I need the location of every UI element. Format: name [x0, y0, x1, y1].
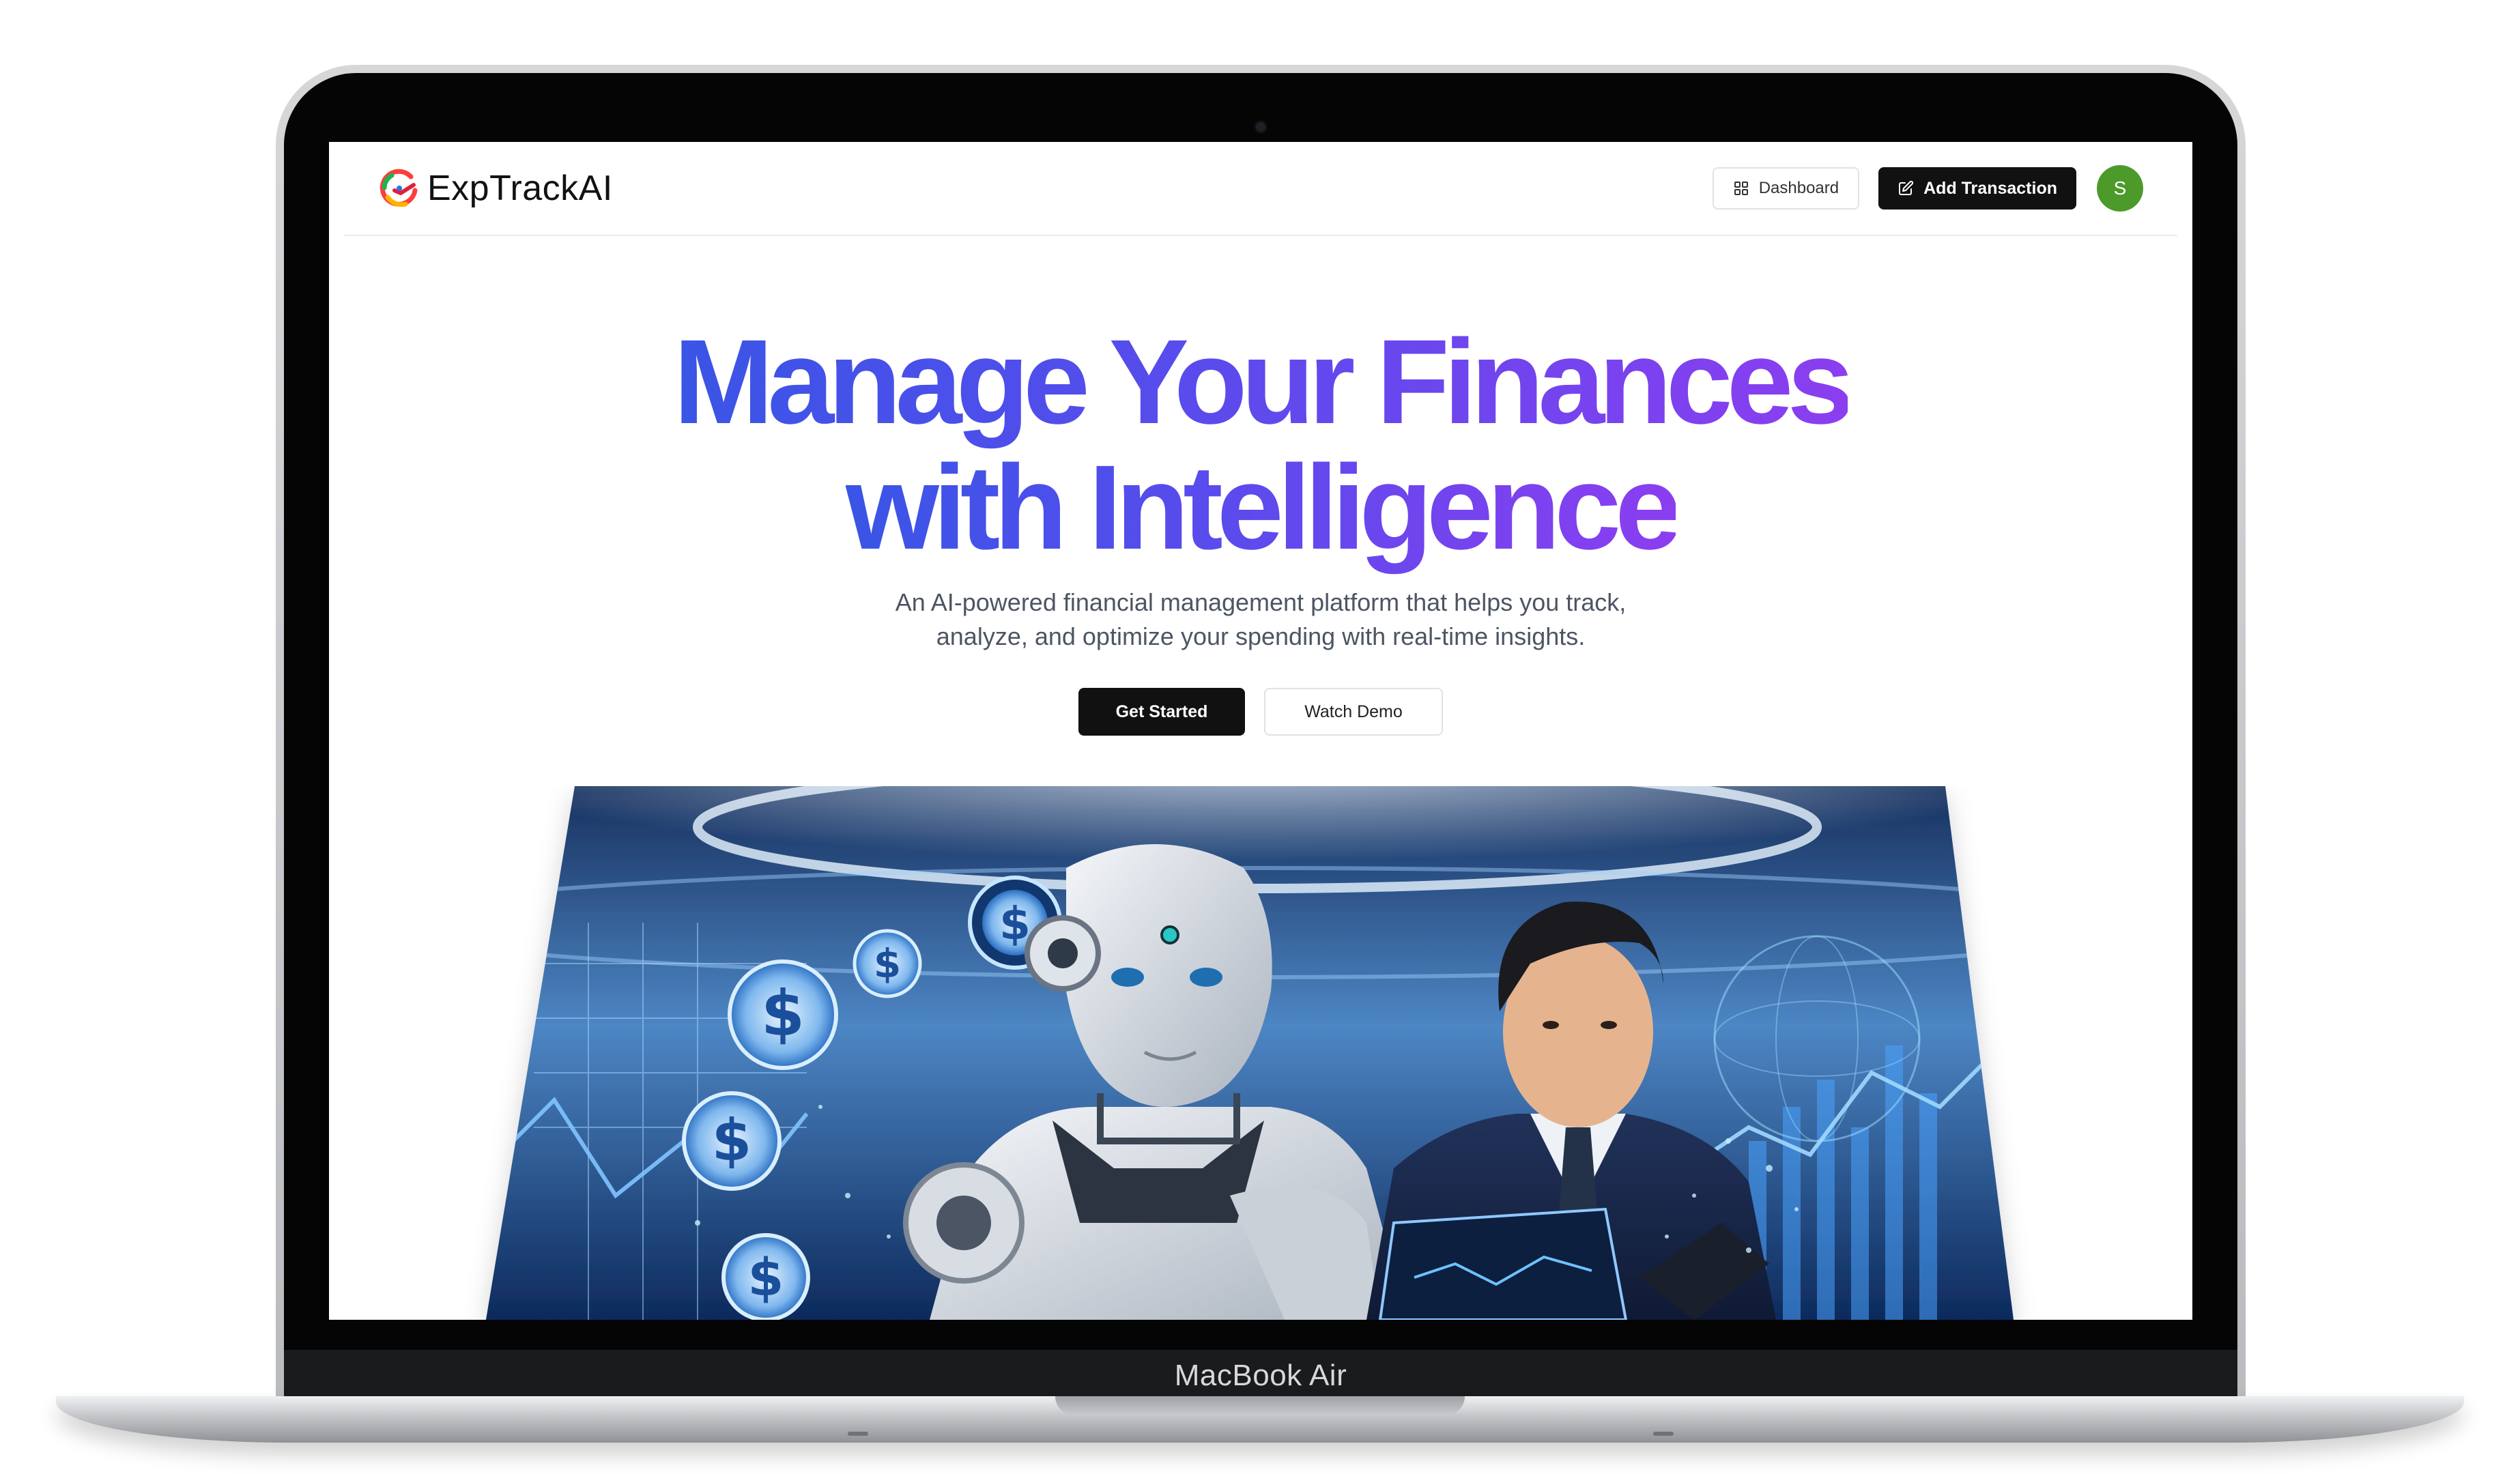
user-avatar[interactable]: S — [2097, 165, 2143, 212]
cta-buttons: Get Started Watch Demo — [329, 688, 2192, 736]
dashboard-button-label: Dashboard — [1758, 179, 1839, 197]
svg-text:$: $ — [761, 977, 805, 1050]
svg-text:$: $ — [748, 1247, 784, 1307]
hero-title-line-1: Manage Your Finances — [673, 315, 1855, 449]
base-foot-right — [1653, 1432, 1674, 1436]
browser-screen: ExpTrackAI Dashboard Add Transaction S M… — [329, 142, 2192, 1320]
laptop-base — [56, 1396, 2464, 1443]
svg-text:$: $ — [999, 897, 1031, 950]
hero-subtitle-line-1: An AI-powered financial management platf… — [895, 588, 1627, 616]
layout-grid-icon — [1733, 180, 1749, 197]
pen-square-icon — [1898, 180, 1914, 197]
brand[interactable]: ExpTrackAI — [378, 167, 613, 209]
add-transaction-button-label: Add Transaction — [1923, 178, 2057, 198]
hero-subtitle: An AI-powered financial management platf… — [329, 586, 2192, 654]
svg-text:$: $ — [874, 940, 901, 987]
nav-actions: Dashboard Add Transaction S — [1712, 165, 2143, 212]
svg-text:$: $ — [712, 1107, 751, 1174]
hero-subtitle-line-2: analyze, and optimize your spending with… — [936, 622, 1586, 650]
device-model-label: MacBook Air — [284, 1350, 2237, 1401]
base-opening-notch — [1055, 1396, 1465, 1415]
watch-demo-button[interactable]: Watch Demo — [1264, 688, 1443, 736]
add-transaction-button[interactable]: Add Transaction — [1878, 167, 2076, 209]
top-navbar: ExpTrackAI Dashboard Add Transaction S — [344, 142, 2177, 236]
hero-illustration: $ $ $ $ $ — [329, 786, 2192, 1320]
hero-title-line-2: with Intelligence — [845, 441, 1682, 575]
hero-title: Manage Your Finances with Intelligence — [329, 319, 2192, 570]
brand-name: ExpTrackAI — [427, 169, 613, 208]
get-started-button[interactable]: Get Started — [1078, 688, 1245, 736]
base-foot-left — [848, 1432, 868, 1436]
dashboard-button[interactable]: Dashboard — [1712, 167, 1860, 209]
webcam-icon — [1256, 122, 1265, 132]
ai-finance-artwork: $ $ $ $ $ — [486, 786, 2014, 1320]
exptrackai-logo-icon — [378, 167, 420, 209]
